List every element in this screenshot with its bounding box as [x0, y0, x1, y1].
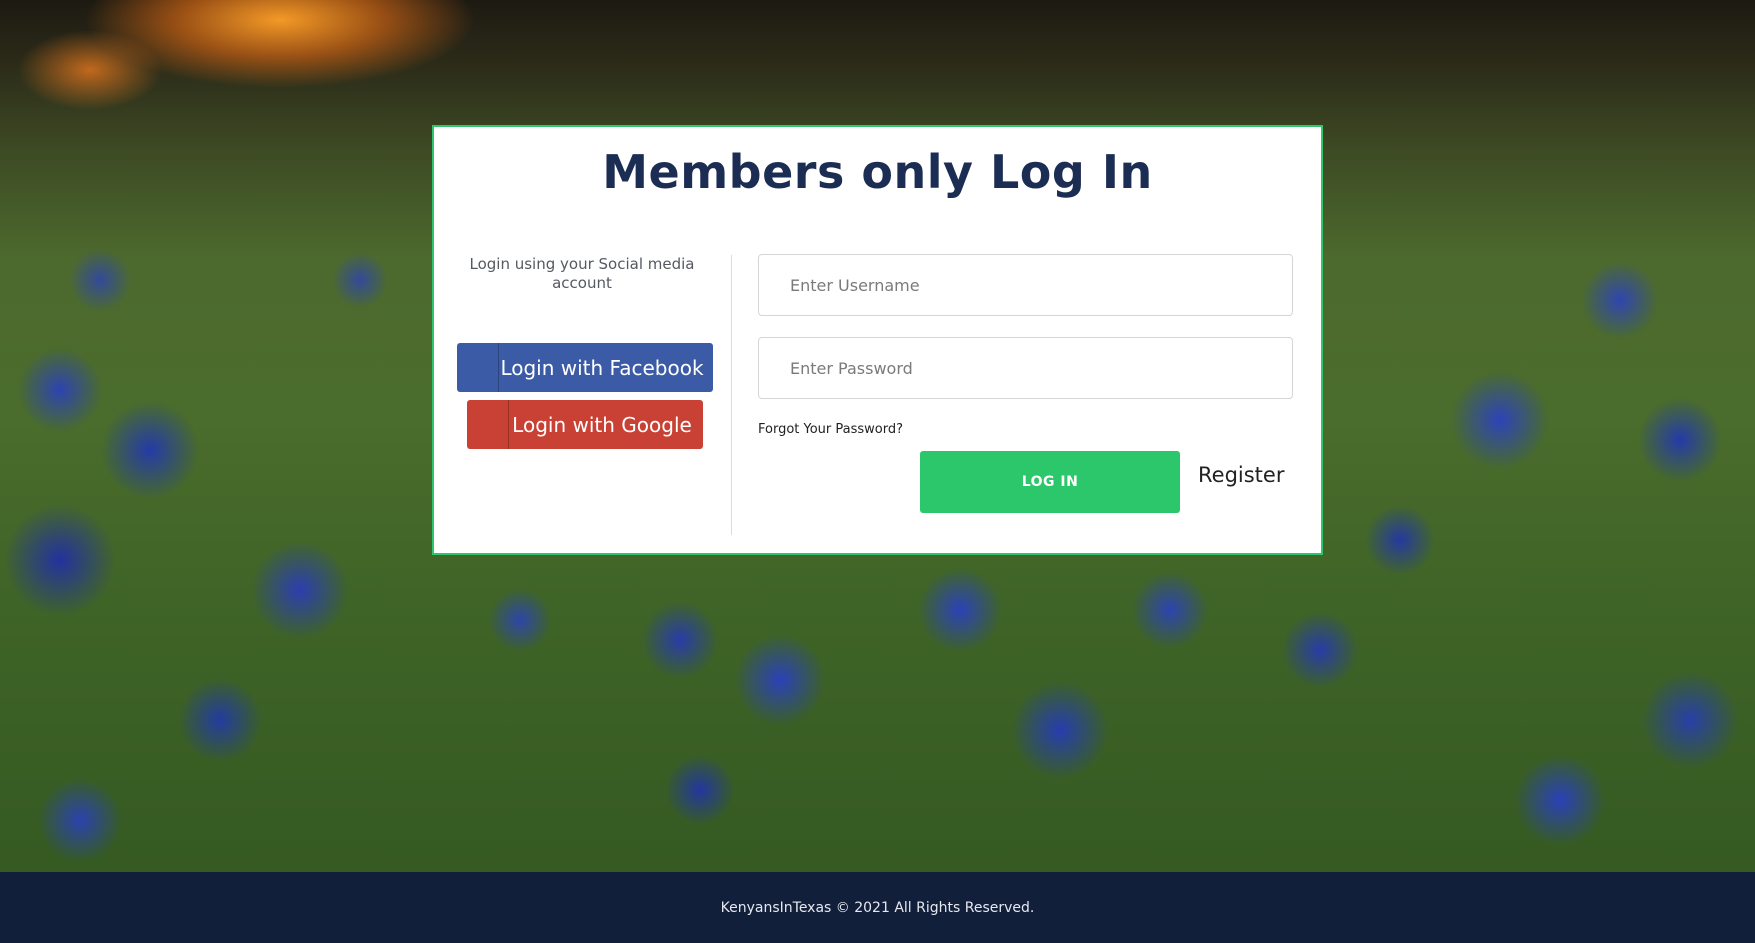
- login-button[interactable]: LOG IN: [920, 451, 1180, 513]
- social-caption: Login using your Social media account: [469, 255, 695, 292]
- google-login-button[interactable]: Login with Google: [467, 400, 703, 449]
- forgot-password-link[interactable]: Forgot Your Password?: [758, 422, 903, 437]
- facebook-login-label: Login with Facebook: [500, 355, 704, 380]
- social-login-section: Login using your Social media account: [454, 255, 710, 293]
- facebook-login-button[interactable]: Login with Facebook: [457, 343, 713, 392]
- footer-copyright: KenyansInTexas © 2021 All Rights Reserve…: [720, 899, 1035, 916]
- password-input[interactable]: [758, 337, 1293, 399]
- username-input[interactable]: [758, 254, 1293, 316]
- register-link[interactable]: Register: [1198, 463, 1284, 487]
- facebook-icon: [457, 343, 499, 392]
- vertical-divider: [731, 255, 732, 535]
- footer: KenyansInTexas © 2021 All Rights Reserve…: [0, 872, 1755, 943]
- login-card: Members only Log In Login using your Soc…: [432, 125, 1323, 555]
- google-icon: [467, 400, 509, 449]
- page-title: Members only Log In: [602, 145, 1153, 199]
- google-login-label: Login with Google: [512, 412, 692, 437]
